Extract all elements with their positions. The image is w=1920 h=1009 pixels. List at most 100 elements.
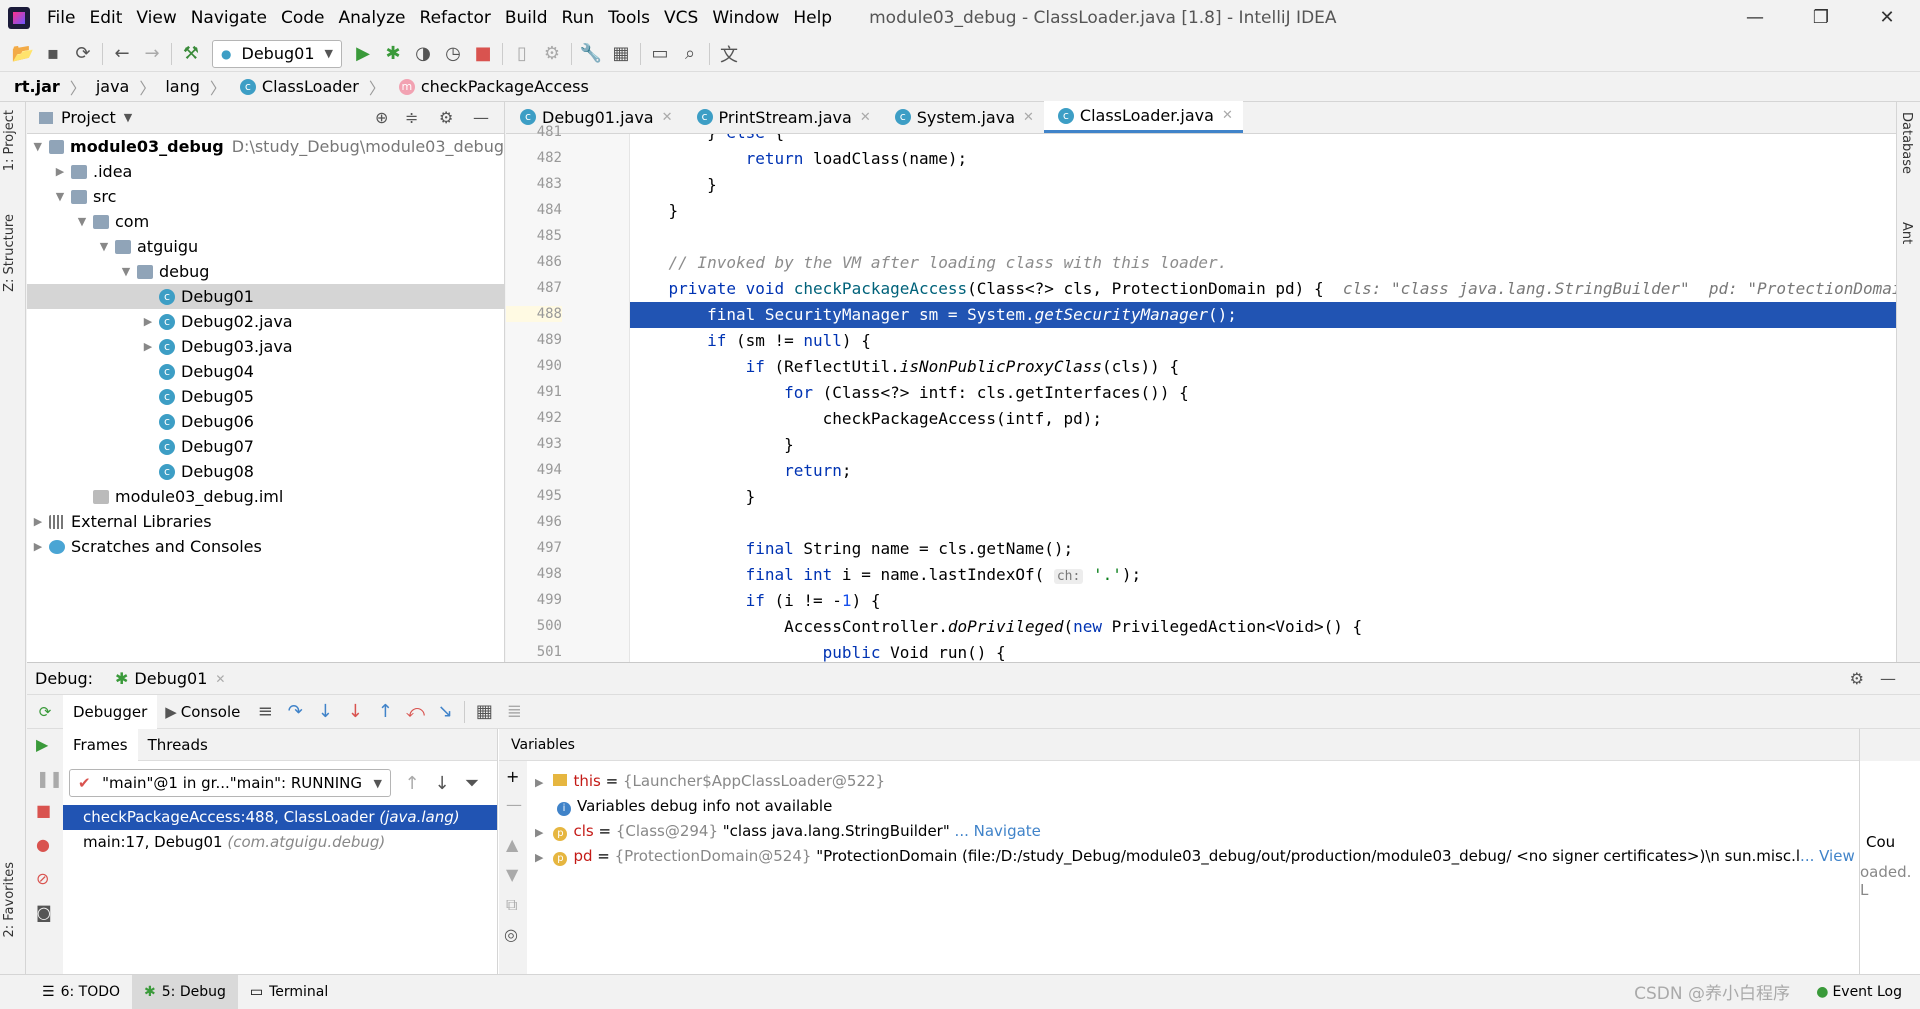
down-arrow-icon[interactable]: ↓ xyxy=(427,769,457,797)
terminal-window-icon[interactable]: ▭ xyxy=(645,40,675,68)
menu-tools[interactable]: Tools xyxy=(601,0,657,36)
expand-arrow-icon[interactable]: ▶ xyxy=(31,540,45,553)
tab-printstream[interactable]: c PrintStream.java ✕ xyxy=(683,101,881,133)
breadcrumb-item[interactable]: rt.jar xyxy=(14,77,60,96)
thread-select[interactable]: ✔ "main"@1 in gr..."main": RUNNING ▼ xyxy=(69,769,391,797)
run-config-select[interactable]: ● Debug01 ▼ xyxy=(212,39,342,68)
project-title[interactable]: Project xyxy=(61,108,116,127)
stop-icon[interactable]: ■ xyxy=(468,40,498,68)
tab-console[interactable]: Console xyxy=(177,703,251,721)
save-icon[interactable]: ▪ xyxy=(38,40,68,68)
collapse-icon[interactable]: ≑ xyxy=(405,108,418,127)
expand-arrow-icon[interactable]: ▼ xyxy=(31,140,45,153)
tab-classloader[interactable]: c ClassLoader.java ✕ xyxy=(1043,101,1243,133)
settings-icon[interactable]: ⚙ xyxy=(537,40,567,68)
variable-row-this[interactable]: ▶ this = {Launcher$AppClassLoader@522} xyxy=(535,769,885,794)
menu-run[interactable]: Run xyxy=(555,0,602,36)
up-arrow-icon[interactable]: ↑ xyxy=(397,769,427,797)
menu-analyze[interactable]: Analyze xyxy=(332,0,413,36)
maximize-button[interactable]: ❐ xyxy=(1788,0,1854,36)
down-icon[interactable]: ▼ xyxy=(506,865,518,884)
frame-row[interactable]: main:17, Debug01 (com.atguigu.debug) xyxy=(63,830,497,855)
tree-item[interactable]: c Debug05 xyxy=(27,384,504,409)
add-watch-icon[interactable]: + xyxy=(506,767,519,786)
menu-view[interactable]: View xyxy=(129,0,183,36)
step-out-icon[interactable]: ↑ xyxy=(370,698,400,726)
wrench-icon[interactable]: 🔧 xyxy=(576,40,606,68)
resume-icon[interactable]: ▶ xyxy=(36,735,48,754)
structure-tool-tab[interactable]: Z: Structure xyxy=(2,214,17,292)
run-to-cursor-icon[interactable]: ↘ xyxy=(430,698,460,726)
menu-window[interactable]: Window xyxy=(705,0,786,36)
menu-vcs[interactable]: VCS xyxy=(657,0,705,36)
breadcrumb-item[interactable]: java xyxy=(96,77,130,96)
tree-item[interactable]: ▼ debug xyxy=(27,259,504,284)
pause-icon[interactable]: ❚❚ xyxy=(36,769,63,788)
minimize-button[interactable]: — xyxy=(1722,0,1788,36)
breakpoints-icon[interactable]: ● xyxy=(36,835,50,854)
build-hammer-icon[interactable]: ⚒ xyxy=(176,40,206,68)
tree-item[interactable]: ▶ .idea xyxy=(27,159,504,184)
debug-tab[interactable]: ✱ 5: Debug xyxy=(132,974,238,1009)
menu-code[interactable]: Code xyxy=(274,0,332,36)
sync-icon[interactable]: ⟳ xyxy=(68,40,98,68)
todo-tab[interactable]: ☰ 6: TODO xyxy=(30,975,132,1009)
tab-threads[interactable]: Threads xyxy=(138,736,218,754)
breadcrumb-item[interactable]: ClassLoader xyxy=(262,77,359,96)
event-log-tab[interactable]: ● Event Log xyxy=(1804,975,1914,1009)
tree-item[interactable]: ▼ src xyxy=(27,184,504,209)
translate-icon[interactable]: 文 xyxy=(714,40,744,68)
drop-frame-icon[interactable]: ⤺ xyxy=(400,698,430,726)
variable-row-cls[interactable]: ▶ p cls = {Class@294} "class java.lang.Str… xyxy=(535,819,1041,844)
expand-arrow-icon[interactable]: ▼ xyxy=(119,265,133,278)
tree-item[interactable]: ▼ com xyxy=(27,209,504,234)
back-icon[interactable]: ← xyxy=(107,40,137,68)
tab-system[interactable]: c System.java ✕ xyxy=(881,101,1044,133)
breadcrumb-item[interactable]: checkPackageAccess xyxy=(421,77,589,96)
tree-item[interactable]: ▼ module03_debug D:\study_Debug\module03_d… xyxy=(27,134,504,159)
variable-row-pd[interactable]: ▶ p pd = {ProtectionDomain@524} "Protectio… xyxy=(535,844,1855,869)
profile-icon[interactable]: ◷ xyxy=(438,40,468,68)
expand-arrow-icon[interactable]: ▶ xyxy=(31,515,45,528)
breadcrumb-item[interactable]: lang xyxy=(165,77,200,96)
expand-arrow-icon[interactable]: ▼ xyxy=(75,215,89,228)
tab-debugger[interactable]: Debugger xyxy=(63,694,158,729)
expand-arrow-icon[interactable]: ▼ xyxy=(53,190,67,203)
close-icon[interactable]: ✕ xyxy=(215,672,225,686)
tree-item[interactable]: c Debug08 xyxy=(27,459,504,484)
menu-edit[interactable]: Edit xyxy=(82,0,129,36)
menu-build[interactable]: Build xyxy=(498,0,555,36)
evaluate-icon[interactable]: ▦ xyxy=(469,698,499,726)
favorites-tool-tab[interactable]: 2: Favorites xyxy=(2,862,17,938)
open-folder-icon[interactable]: 📂 xyxy=(8,40,38,68)
step-into-icon[interactable]: ↓ xyxy=(310,698,340,726)
coverage-icon[interactable]: ◑ xyxy=(408,40,438,68)
remove-watch-icon[interactable]: — xyxy=(506,795,522,814)
rerun-icon[interactable]: ⟳ xyxy=(27,703,63,721)
expand-arrow-icon[interactable]: ▶ xyxy=(141,315,155,328)
expand-arrow-icon[interactable]: ▶ xyxy=(53,165,67,178)
tree-item[interactable]: c Debug01 xyxy=(27,284,504,309)
hide-icon[interactable]: — xyxy=(473,108,489,127)
trace-icon[interactable]: ≣ xyxy=(499,698,529,726)
forward-icon[interactable]: → xyxy=(137,40,167,68)
force-step-into-icon[interactable]: ↓ xyxy=(340,698,370,726)
project-structure-icon[interactable]: ▦ xyxy=(606,40,636,68)
menu-navigate[interactable]: Navigate xyxy=(184,0,274,36)
glasses-icon[interactable]: ◎ xyxy=(504,925,518,944)
expand-arrow-icon[interactable]: ▼ xyxy=(97,240,111,253)
database-tool-tab[interactable]: Database xyxy=(1899,112,1914,174)
search-icon[interactable]: ⌕ xyxy=(675,40,705,68)
filter-icon[interactable]: ⏷ xyxy=(457,769,487,797)
gear-icon[interactable]: ⚙ xyxy=(1850,669,1864,688)
frame-row[interactable]: checkPackageAccess:488, ClassLoader (jav… xyxy=(63,805,497,830)
locate-icon[interactable]: ⊕ xyxy=(375,108,388,127)
chevron-down-icon[interactable]: ▼ xyxy=(124,111,132,124)
tree-item[interactable]: c Debug06 xyxy=(27,409,504,434)
debug-icon[interactable]: ✱ xyxy=(378,40,408,68)
menu-file[interactable]: File xyxy=(40,0,82,36)
stop-icon[interactable]: ■ xyxy=(36,801,51,820)
camera-icon[interactable]: ◙ xyxy=(36,903,52,922)
tree-item[interactable]: c Debug07 xyxy=(27,434,504,459)
tab-frames[interactable]: Frames xyxy=(63,728,138,761)
